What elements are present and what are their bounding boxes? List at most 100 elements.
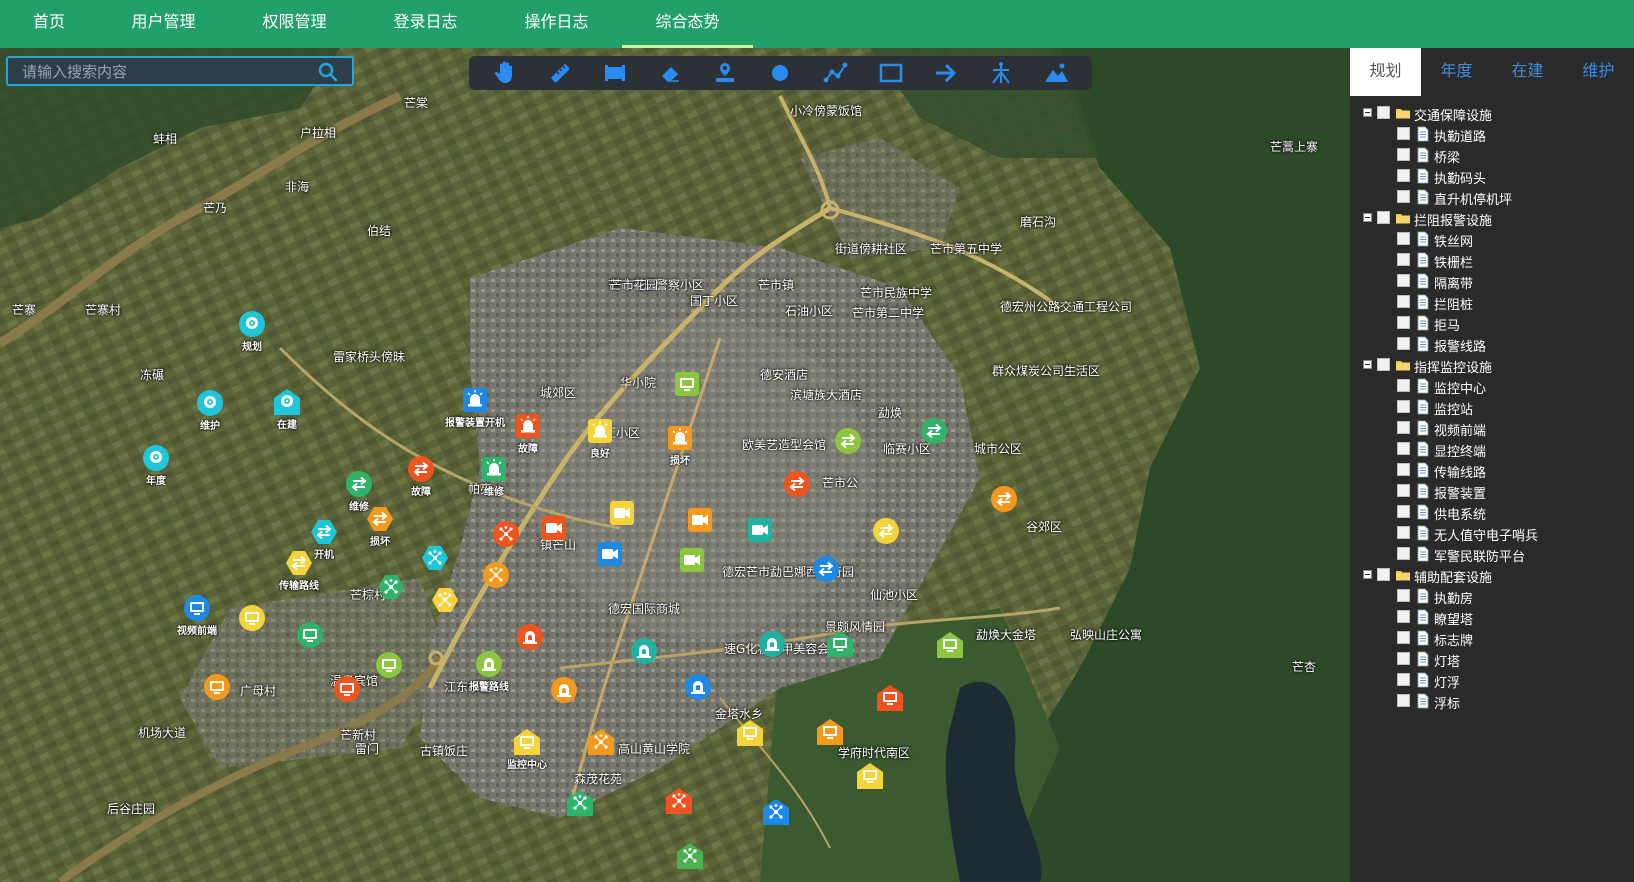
map-marker[interactable] — [937, 632, 963, 658]
map-marker[interactable] — [517, 624, 543, 650]
tool-button-7[interactable] — [876, 59, 906, 87]
checkbox[interactable] — [1397, 442, 1410, 455]
tool-button-4[interactable] — [710, 59, 740, 87]
map-marker[interactable] — [827, 631, 853, 657]
map-marker[interactable] — [991, 486, 1017, 512]
checkbox[interactable] — [1397, 631, 1410, 644]
map-marker[interactable] — [493, 521, 519, 547]
map-marker[interactable] — [609, 500, 635, 526]
map-marker[interactable]: 损坏 — [367, 506, 393, 548]
map-marker[interactable] — [483, 562, 509, 588]
map-marker[interactable]: 在建 — [274, 389, 300, 431]
map-marker[interactable]: 损坏 — [667, 425, 693, 467]
map-marker[interactable] — [588, 729, 614, 755]
map-marker[interactable] — [567, 790, 593, 816]
search-box[interactable] — [6, 56, 354, 86]
map-marker[interactable]: 传输路线 — [279, 550, 319, 592]
checkbox[interactable] — [1397, 379, 1410, 392]
checkbox[interactable] — [1377, 568, 1390, 581]
map-marker[interactable] — [204, 674, 230, 700]
map-marker[interactable] — [551, 677, 577, 703]
map-marker[interactable] — [784, 471, 810, 497]
map-marker[interactable]: 故障 — [515, 413, 541, 455]
collapse-icon[interactable] — [1363, 570, 1372, 579]
map-marker[interactable]: 监控中心 — [507, 729, 547, 771]
tool-button-5[interactable] — [765, 59, 795, 87]
nav-item-3[interactable]: 登录日志 — [360, 0, 491, 48]
checkbox[interactable] — [1377, 358, 1390, 371]
satellite-map[interactable]: 芒棠 蚌相 户拉相 非海 芒乃 伯结 芒寨 芒寨村 雷家桥头傍昧 冻碾 小冷傍蒙饭馆 芒市花园警察小区… — [0, 48, 1350, 882]
map-marker[interactable] — [432, 587, 458, 613]
collapse-icon[interactable] — [1363, 213, 1372, 222]
tool-button-2[interactable] — [600, 59, 630, 87]
map-marker[interactable] — [597, 541, 623, 567]
checkbox[interactable] — [1397, 652, 1410, 665]
map-marker[interactable] — [631, 638, 657, 664]
map-marker[interactable]: 报警路线 — [469, 651, 509, 693]
map-marker[interactable] — [737, 720, 763, 746]
map-marker[interactable] — [541, 515, 567, 541]
tool-button-3[interactable] — [655, 59, 685, 87]
map-marker[interactable] — [666, 788, 692, 814]
checkbox[interactable] — [1397, 274, 1410, 287]
checkbox[interactable] — [1397, 253, 1410, 266]
checkbox[interactable] — [1397, 547, 1410, 560]
collapse-icon[interactable] — [1363, 360, 1372, 369]
search-input[interactable] — [20, 60, 314, 84]
map-marker[interactable] — [679, 547, 705, 573]
tab-1[interactable]: 年度 — [1421, 48, 1492, 96]
checkbox[interactable] — [1397, 463, 1410, 476]
checkbox[interactable] — [1397, 148, 1410, 161]
map-marker[interactable] — [835, 428, 861, 454]
map-marker[interactable] — [817, 719, 843, 745]
map-marker[interactable]: 规划 — [239, 311, 265, 353]
map-marker[interactable]: 维修 — [481, 456, 507, 498]
checkbox[interactable] — [1397, 589, 1410, 602]
nav-item-2[interactable]: 权限管理 — [229, 0, 360, 48]
checkbox[interactable] — [1397, 316, 1410, 329]
checkbox[interactable] — [1397, 169, 1410, 182]
checkbox[interactable] — [1377, 211, 1390, 224]
map-marker[interactable] — [239, 605, 265, 631]
checkbox[interactable] — [1397, 421, 1410, 434]
tool-button-0[interactable] — [490, 59, 520, 87]
map-marker[interactable] — [763, 799, 789, 825]
collapse-icon[interactable] — [1363, 108, 1372, 117]
map-marker[interactable] — [376, 652, 402, 678]
map-marker[interactable]: 年度 — [143, 445, 169, 487]
tool-button-6[interactable] — [821, 59, 851, 87]
checkbox[interactable] — [1397, 694, 1410, 707]
tool-button-8[interactable] — [931, 59, 961, 87]
tab-0[interactable]: 规划 — [1350, 48, 1421, 96]
map-marker[interactable]: 故障 — [408, 456, 434, 498]
nav-item-0[interactable]: 首页 — [0, 0, 98, 48]
search-icon[interactable] — [318, 62, 338, 82]
checkbox[interactable] — [1397, 484, 1410, 497]
map-marker[interactable] — [873, 518, 899, 544]
tab-3[interactable]: 维护 — [1563, 48, 1634, 96]
map-marker[interactable] — [877, 685, 903, 711]
map-marker[interactable] — [297, 622, 323, 648]
checkbox[interactable] — [1397, 400, 1410, 413]
map-marker[interactable] — [857, 763, 883, 789]
map-marker[interactable] — [759, 631, 785, 657]
map-marker[interactable] — [674, 371, 700, 397]
map-marker[interactable] — [813, 556, 839, 582]
tab-2[interactable]: 在建 — [1492, 48, 1563, 96]
map-marker[interactable]: 视频前端 — [177, 595, 217, 637]
map-marker[interactable]: 报警装置开机 — [445, 387, 505, 429]
map-marker[interactable]: 维护 — [197, 390, 223, 432]
checkbox[interactable] — [1397, 127, 1410, 140]
map-marker[interactable] — [921, 418, 947, 444]
checkbox[interactable] — [1397, 190, 1410, 203]
nav-item-1[interactable]: 用户管理 — [98, 0, 229, 48]
tool-button-1[interactable] — [545, 59, 575, 87]
checkbox[interactable] — [1397, 295, 1410, 308]
map-marker[interactable] — [378, 574, 404, 600]
map-marker[interactable] — [687, 507, 713, 533]
checkbox[interactable] — [1397, 232, 1410, 245]
checkbox[interactable] — [1397, 337, 1410, 350]
nav-item-5[interactable]: 综合态势 — [622, 0, 753, 48]
map-marker[interactable] — [685, 674, 711, 700]
map-marker[interactable] — [334, 676, 360, 702]
